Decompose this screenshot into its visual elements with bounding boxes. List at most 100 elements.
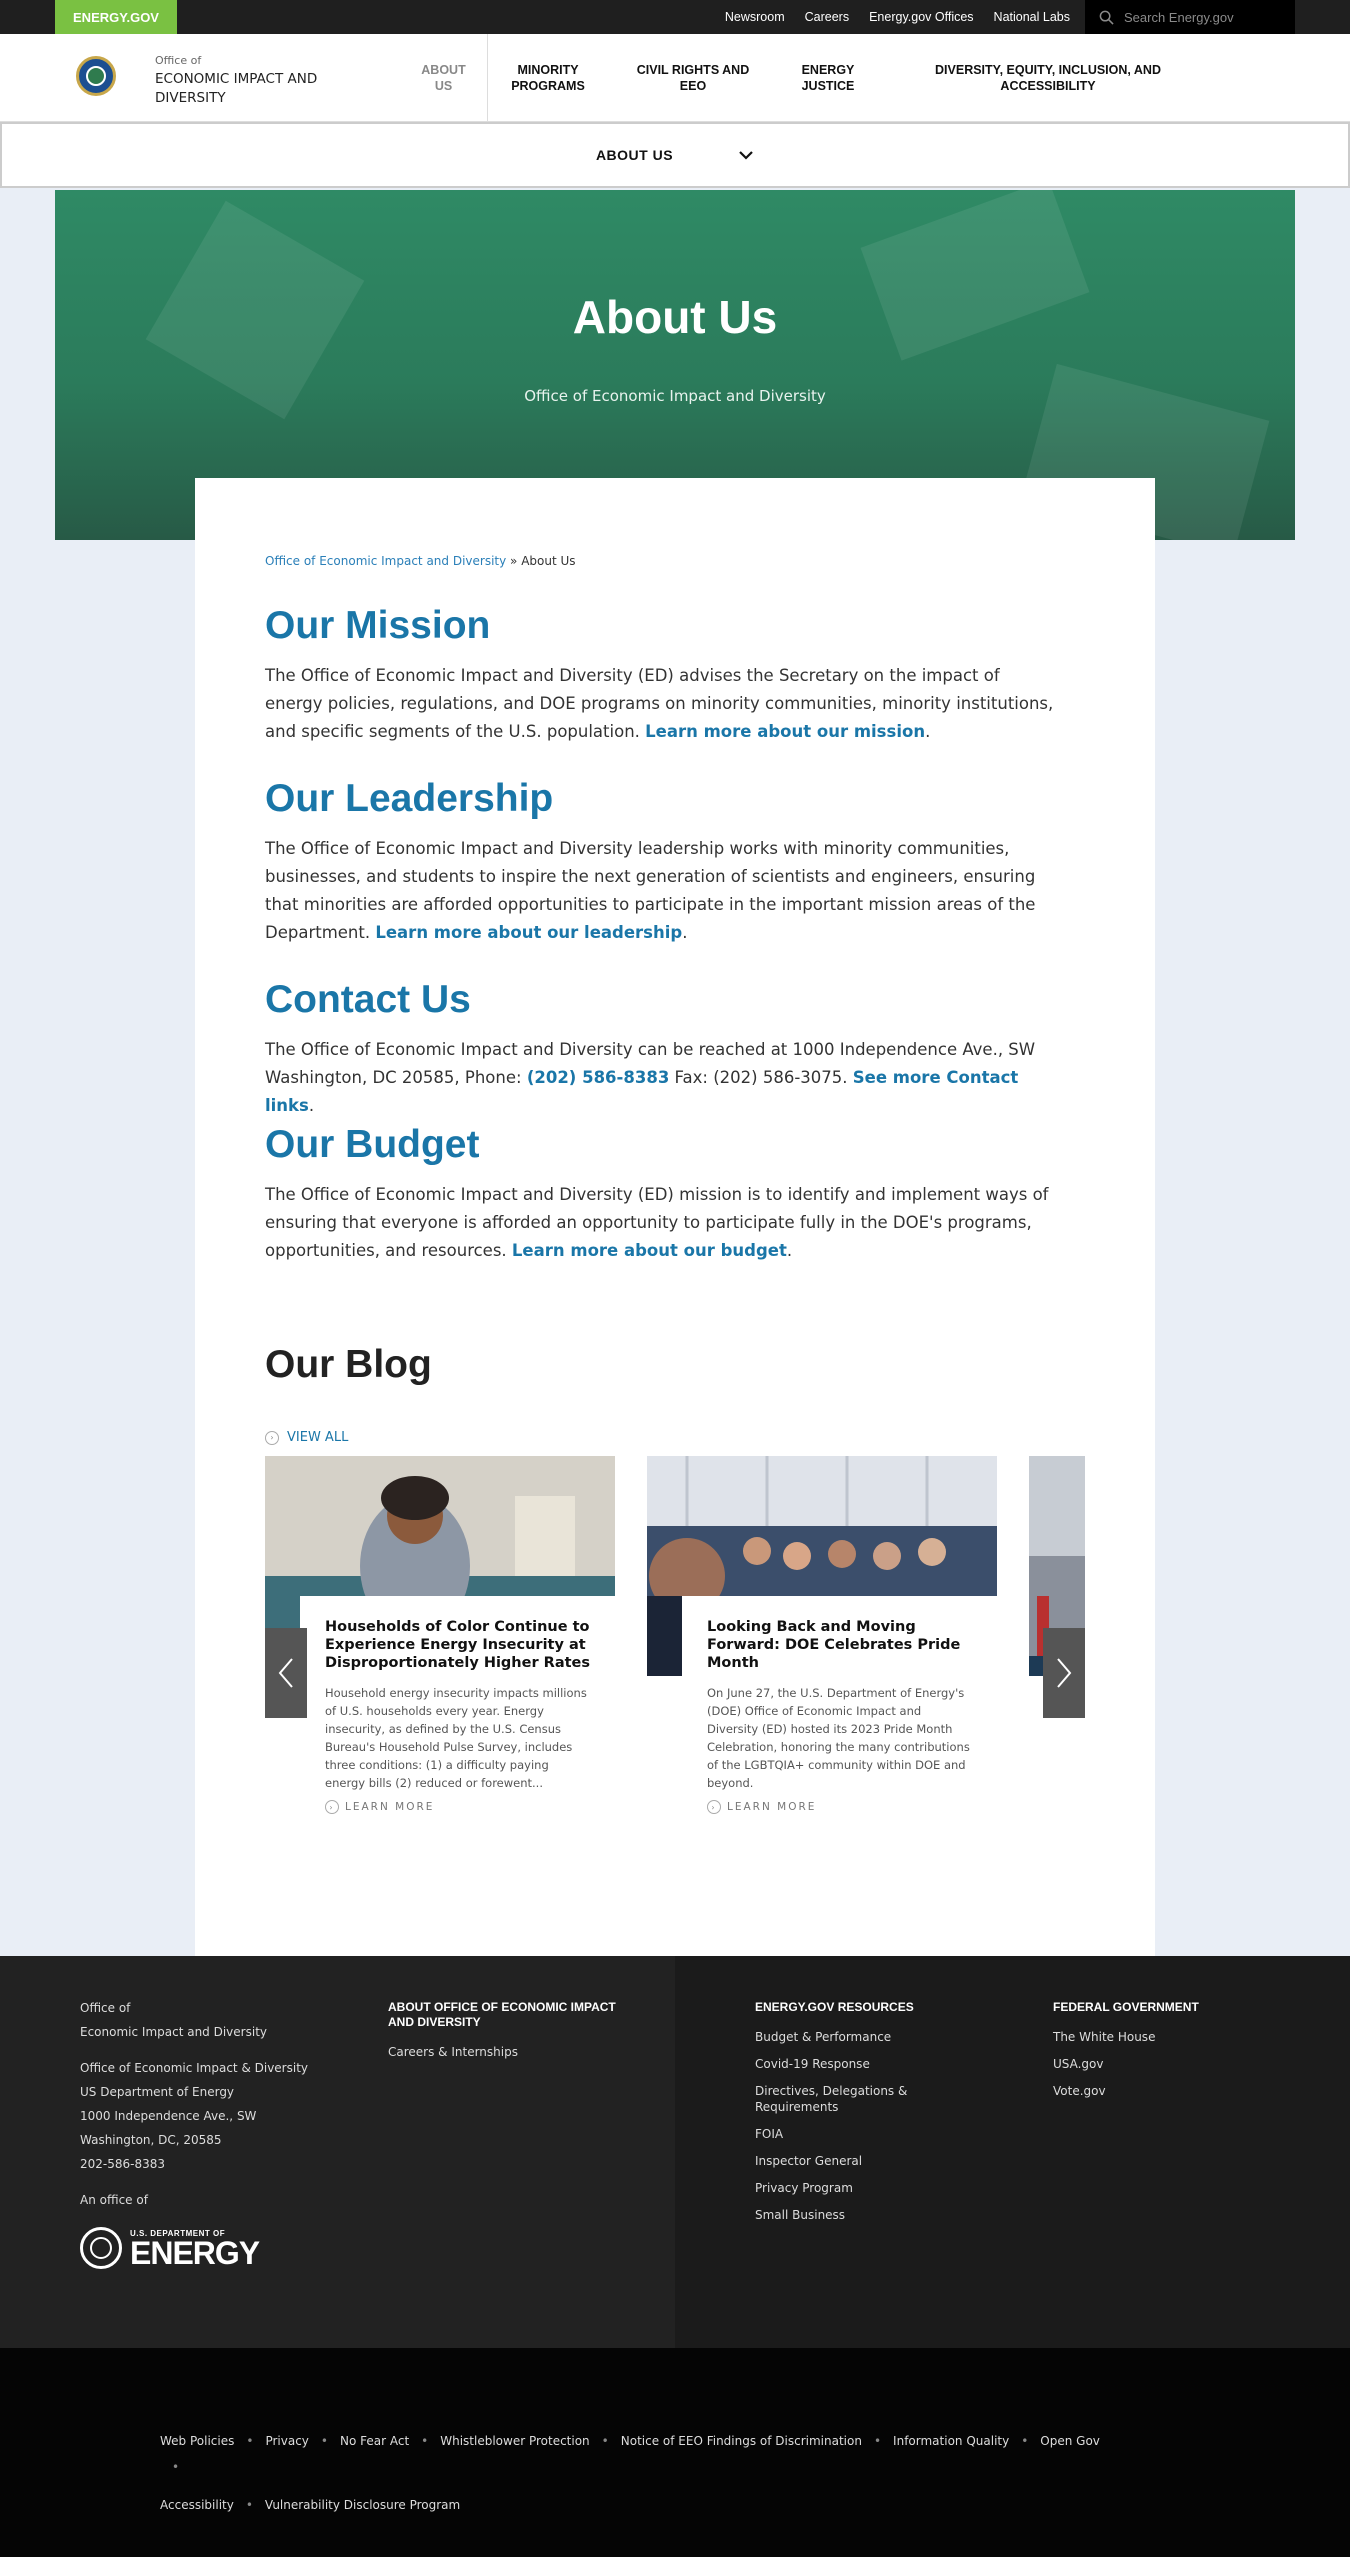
view-all-label: VIEW ALL	[287, 1430, 349, 1445]
chevron-left-icon	[278, 1658, 293, 1688]
budget-link[interactable]: Learn more about our budget	[512, 1241, 787, 1260]
footer-address-line: Office of Economic Impact & Diversity	[80, 2061, 308, 2075]
chevron-down-icon	[739, 151, 753, 160]
blog-card-body: Households of Color Continue to Experien…	[300, 1596, 615, 1814]
bottom-link[interactable]: Information Quality	[893, 2434, 1009, 2448]
budget-heading: Our Budget	[265, 1123, 480, 1166]
footer-link[interactable]: Small Business	[755, 2207, 935, 2223]
footer-link[interactable]: Privacy Program	[755, 2180, 935, 2196]
budget-section: Our Budget The Office of Economic Impact…	[265, 1123, 1055, 1265]
separator-dot: •	[246, 2434, 254, 2448]
footer-link[interactable]: Directives, Delegations & Requirements	[755, 2083, 925, 2115]
page-subtitle: Office of Economic Impact and Diversity	[524, 387, 826, 405]
nav-about-us[interactable]: ABOUT US	[400, 34, 488, 122]
bottom-link[interactable]: Web Policies	[160, 2434, 234, 2448]
bottom-links: Web Policies • Privacy • No Fear Act • Whis…	[160, 2434, 1120, 2512]
office-name: ECONOMIC IMPACT AND DIVERSITY	[155, 71, 318, 106]
footer-link[interactable]: FOIA	[755, 2126, 935, 2142]
footer-office-line1: Office of	[80, 2001, 131, 2015]
footer-phone: 202-586-8383	[80, 2157, 166, 2171]
utility-bar: ENERGY.GOV Newsroom Careers Energy.gov O…	[0, 0, 1350, 34]
doe-seal-logo[interactable]	[76, 56, 116, 96]
separator-dot: •	[172, 2460, 180, 2474]
blog-card-excerpt: On June 27, the U.S. Department of Energ…	[707, 1686, 970, 1790]
learn-more-link[interactable]: › LEARN MORE	[707, 1800, 972, 1814]
breadcrumb-office-link[interactable]: Office of Economic Impact and Diversity	[265, 554, 506, 568]
footer-link[interactable]: Budget & Performance	[755, 2029, 935, 2045]
bottom-link[interactable]: No Fear Act	[340, 2434, 409, 2448]
search-placeholder: Search Energy.gov	[1124, 9, 1234, 25]
arrow-circle-icon: ›	[265, 1430, 279, 1445]
footer-careers-link[interactable]: Careers & Internships	[388, 2044, 628, 2060]
an-office-of-label: An office of	[80, 2193, 148, 2207]
mission-text: The Office of Economic Impact and Divers…	[265, 666, 1054, 741]
national-labs-link[interactable]: National Labs	[994, 10, 1070, 24]
nav-minority-programs[interactable]: MINORITY PROGRAMS	[488, 62, 608, 94]
footer-link[interactable]: Covid-19 Response	[755, 2056, 935, 2072]
section-dropdown-label: ABOUT US	[595, 147, 674, 163]
footer-link[interactable]: Inspector General	[755, 2153, 935, 2169]
site-header: Office of ECONOMIC IMPACT AND DIVERSITY …	[0, 34, 1350, 122]
careers-link[interactable]: Careers	[805, 10, 849, 24]
footer-col-federal-title: FEDERAL GOVERNMENT	[1053, 2000, 1199, 2014]
footer-link[interactable]: USA.gov	[1053, 2056, 1293, 2072]
budget-text: The Office of Economic Impact and Divers…	[265, 1185, 1049, 1260]
doe-logo-link[interactable]: U.S. DEPARTMENT OF ENERGY	[80, 2227, 260, 2269]
offices-link[interactable]: Energy.gov Offices	[869, 10, 973, 24]
phone-link[interactable]: (202) 586-8383	[527, 1068, 669, 1087]
separator-dot: •	[873, 2434, 882, 2448]
search-icon	[1099, 10, 1114, 25]
view-all-link[interactable]: › VIEW ALL	[265, 1430, 348, 1445]
bottom-link[interactable]: Whistleblower Protection	[440, 2434, 589, 2448]
breadcrumb: Office of Economic Impact and Diversity …	[265, 554, 576, 568]
footer-address-line: Washington, DC, 20585	[80, 2133, 222, 2147]
office-title[interactable]: Office of ECONOMIC IMPACT AND DIVERSITY	[155, 54, 355, 108]
leadership-section: Our Leadership The Office of Economic Im…	[265, 777, 1055, 947]
arrow-circle-icon: ›	[325, 1800, 339, 1814]
nav-civil-rights[interactable]: CIVIL RIGHTS AND EEO	[608, 62, 778, 94]
blog-card[interactable]: Looking Back and Moving Forward: DOE Cel…	[647, 1456, 997, 1816]
nav-energy-justice[interactable]: ENERGY JUSTICE	[778, 62, 878, 94]
learn-more-link[interactable]: › LEARN MORE	[325, 1800, 590, 1814]
arrow-circle-icon: ›	[707, 1800, 721, 1814]
blog-card-title[interactable]: Looking Back and Moving Forward: DOE Cel…	[707, 1618, 972, 1672]
energy-gov-home-link[interactable]: ENERGY.GOV	[55, 0, 177, 34]
blog-card[interactable]: Households of Color Continue to Experien…	[265, 1456, 615, 1836]
page-title: About Us	[572, 291, 778, 343]
footer-office-line2: Economic Impact and Diversity	[80, 2025, 267, 2039]
carousel-next-button[interactable]	[1043, 1628, 1085, 1718]
separator-dot: •	[320, 2434, 328, 2448]
nav-deia[interactable]: DIVERSITY, EQUITY, INCLUSION, AND ACCESS…	[898, 62, 1198, 94]
blog-card-body: Looking Back and Moving Forward: DOE Cel…	[682, 1596, 997, 1814]
footer-link[interactable]: The White House	[1053, 2029, 1293, 2045]
footer-address-line: US Department of Energy	[80, 2085, 235, 2099]
bottom-link[interactable]: Accessibility	[160, 2498, 234, 2512]
search-input[interactable]: Search Energy.gov	[1085, 0, 1295, 34]
nav-about-us-label: ABOUT US	[421, 63, 466, 93]
blog-heading: Our Blog	[265, 1343, 432, 1386]
chevron-right-icon	[1057, 1658, 1072, 1688]
contact-text: The Office of Economic Impact and Divers…	[265, 1040, 1036, 1115]
leadership-link[interactable]: Learn more about our leadership	[375, 923, 682, 942]
footer-col-about-title: ABOUT OFFICE OF ECONOMIC IMPACT AND DIVE…	[388, 2000, 616, 2029]
bottom-bar: Web Policies • Privacy • No Fear Act • Whis…	[0, 2348, 1350, 2557]
utility-links: Newsroom Careers Energy.gov Offices Nati…	[725, 0, 1070, 34]
section-dropdown[interactable]: ABOUT US	[0, 122, 1350, 188]
bottom-link[interactable]: Open Gov	[1040, 2434, 1100, 2448]
footer-col-resources: ENERGY.GOV RESOURCES Budget & Performanc…	[755, 2000, 935, 2234]
footer-col-resources-title: ENERGY.GOV RESOURCES	[755, 2000, 914, 2014]
carousel-prev-button[interactable]	[265, 1628, 307, 1718]
bottom-link[interactable]: Privacy	[265, 2434, 308, 2448]
bottom-link[interactable]: Vulnerability Disclosure Program	[265, 2498, 460, 2512]
breadcrumb-separator: »	[506, 554, 522, 568]
footer-link[interactable]: Vote.gov	[1053, 2083, 1293, 2099]
main-content: Office of Economic Impact and Diversity …	[195, 478, 1155, 1956]
leadership-text: The Office of Economic Impact and Divers…	[265, 839, 1036, 942]
mission-link[interactable]: Learn more about our mission	[645, 722, 925, 741]
blog-card-title[interactable]: Households of Color Continue to Experien…	[325, 1618, 590, 1672]
breadcrumb-current: About Us	[521, 554, 576, 568]
main-nav: MINORITY PROGRAMS CIVIL RIGHTS AND EEO E…	[488, 34, 1198, 122]
newsroom-link[interactable]: Newsroom	[725, 10, 785, 24]
mission-section: Our Mission The Office of Economic Impac…	[265, 604, 1055, 746]
bottom-link[interactable]: Notice of EEO Findings of Discrimination	[621, 2434, 862, 2448]
